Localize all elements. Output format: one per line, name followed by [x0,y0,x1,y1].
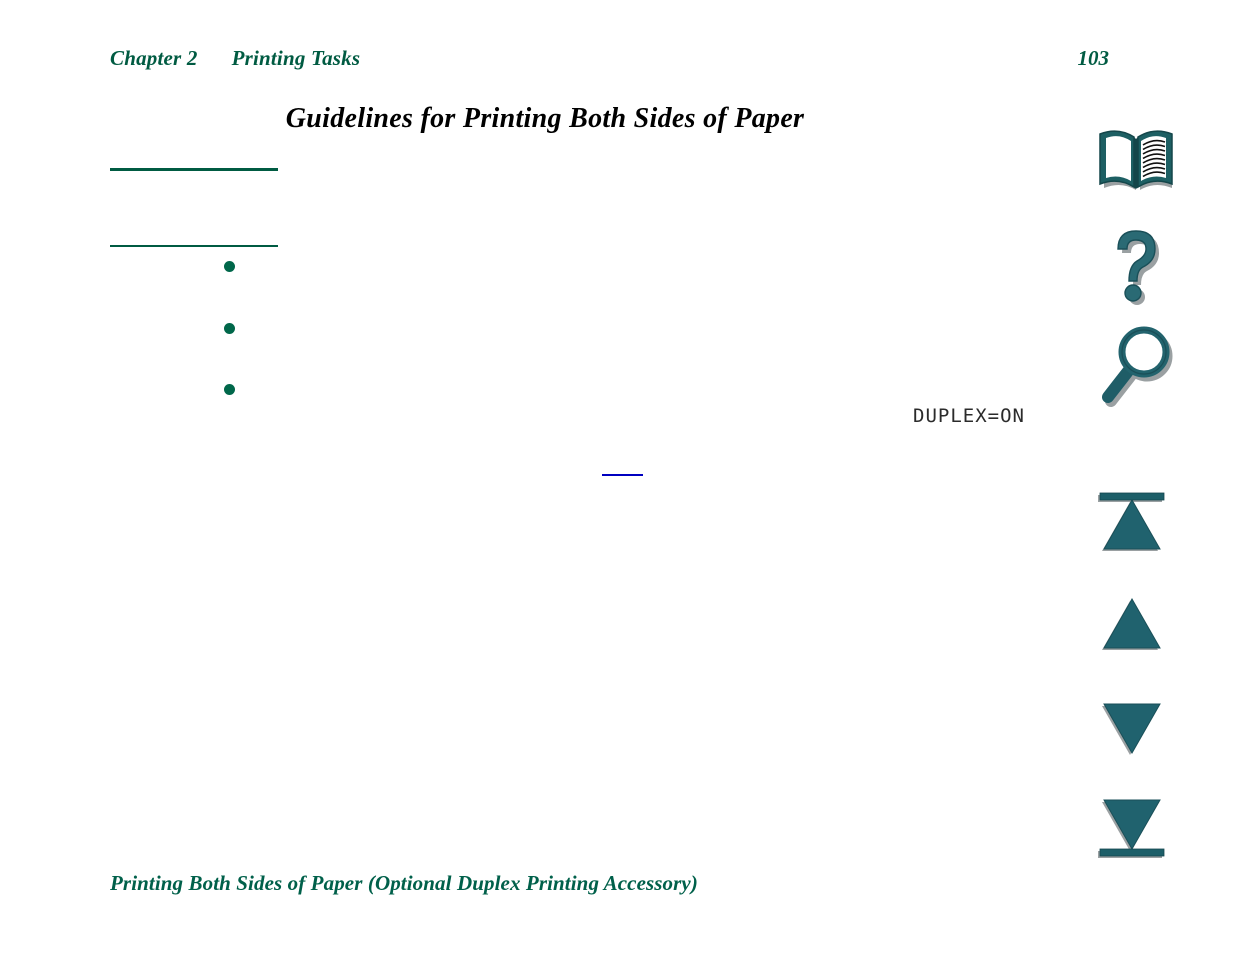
header-chapter-title: Printing Tasks [231,46,361,70]
section-rule-top [110,168,278,171]
cross-reference-link[interactable] [602,474,643,476]
magnifying-glass-icon [1102,326,1173,407]
next-page-icon [1102,703,1161,755]
footer-link[interactable]: Printing Both Sides of Paper (Optional D… [110,871,698,896]
bullet-point [224,384,235,395]
next-page-button[interactable] [1088,693,1188,763]
lcd-readout-text: DUPLEX=ON [913,405,1025,427]
find-button[interactable] [1088,323,1188,413]
previous-page-button[interactable] [1088,588,1188,658]
question-mark-icon [1117,230,1159,305]
header-chapter-label: Chapter 2 [110,46,198,70]
document-page: Chapter 2 Printing Tasks 103 Guidelines f… [0,0,1235,954]
page-number: 103 [1077,46,1110,70]
first-page-icon [1098,492,1165,551]
running-header: Chapter 2 Printing Tasks [110,46,360,71]
bullet-point [224,323,235,334]
page-title: Guidelines for Printing Both Sides of Pa… [285,103,805,134]
contents-button[interactable] [1088,120,1188,200]
last-page-icon [1098,799,1165,858]
last-page-button[interactable] [1088,789,1188,864]
first-page-button[interactable] [1088,485,1188,555]
book-icon [1099,130,1173,190]
section-rule-second [110,245,278,247]
help-button[interactable] [1088,223,1188,313]
bullet-point [224,261,235,272]
navigation-rail [1088,120,1188,860]
previous-page-icon [1102,597,1161,650]
